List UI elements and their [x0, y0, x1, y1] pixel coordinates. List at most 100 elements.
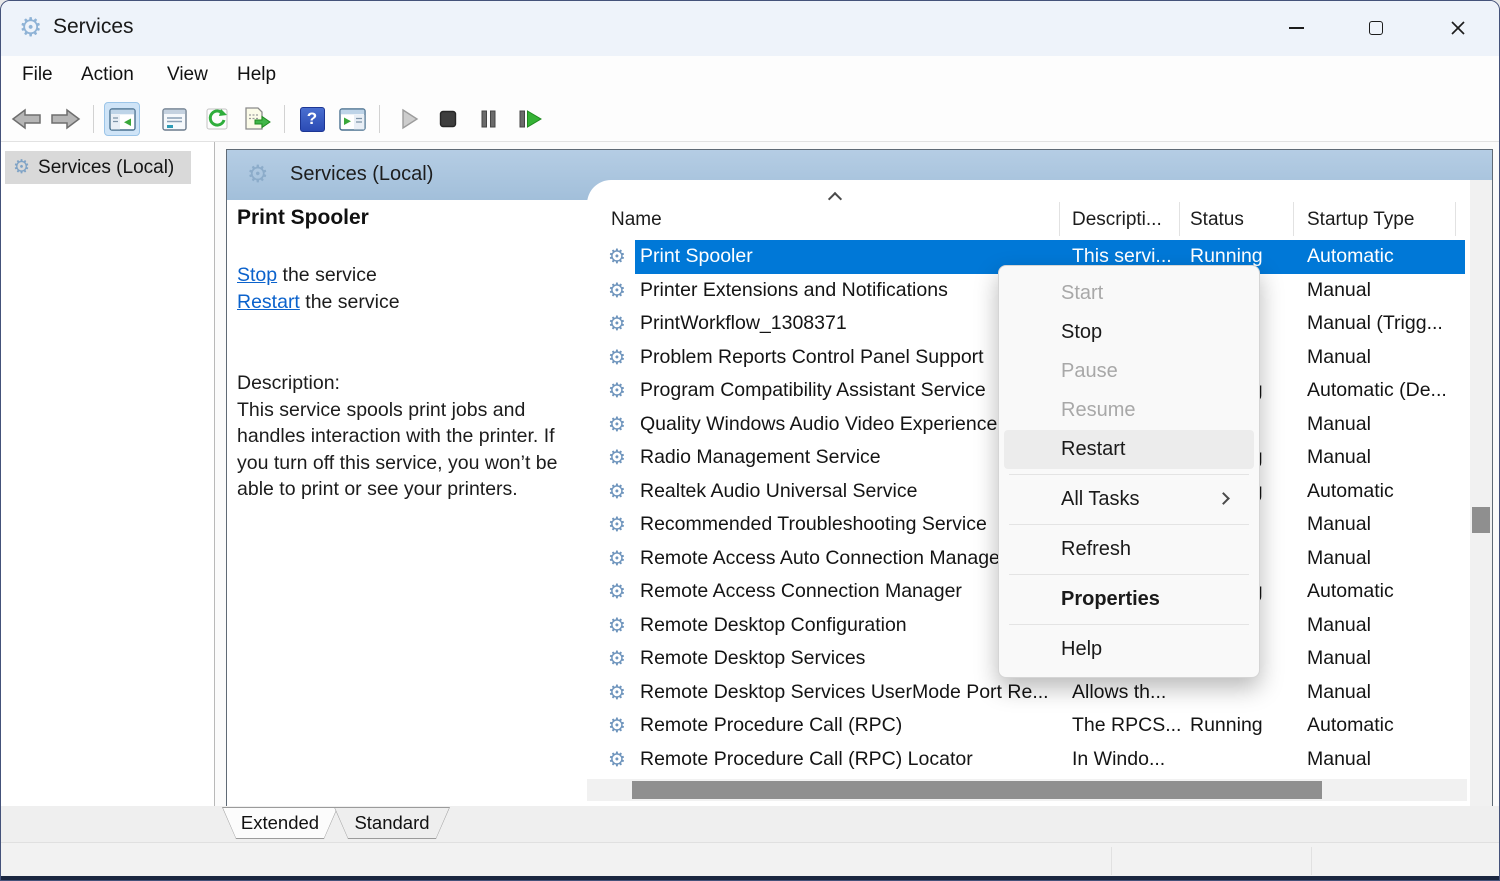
- service-gear-icon: ⚙: [608, 246, 626, 266]
- status-bar-divider: [1111, 847, 1112, 875]
- description-label: Description:: [237, 370, 583, 397]
- close-button[interactable]: [1435, 9, 1481, 47]
- horizontal-scrollbar-thumb[interactable]: [632, 781, 1322, 799]
- minimize-button[interactable]: [1273, 9, 1319, 47]
- service-startup-cell: Manual: [1307, 274, 1371, 308]
- tab-standard[interactable]: Standard: [334, 807, 450, 839]
- toolbar-separator: [379, 105, 380, 133]
- services-window: ⚙ Services File Action View Help: [0, 0, 1500, 881]
- main-panel: ⚙ Services (Local) Print Spooler Stop th…: [226, 149, 1493, 806]
- extended-info-pane: Print Spooler Stop the service Restart t…: [227, 200, 587, 807]
- service-name-cell: PrintWorkflow_1308371: [640, 307, 847, 341]
- submenu-arrow-icon: [1217, 492, 1230, 505]
- status-bar: [1, 842, 1499, 876]
- maximize-button[interactable]: [1353, 9, 1399, 47]
- column-divider: [1179, 202, 1180, 236]
- service-gear-icon: ⚙: [608, 347, 626, 367]
- sidebar-item-services-local[interactable]: ⚙ Services (Local): [5, 151, 191, 184]
- context-menu-item-restart[interactable]: Restart: [1004, 430, 1254, 469]
- service-startup-cell: Manual: [1307, 676, 1371, 710]
- service-status-cell: Running: [1190, 709, 1263, 743]
- sidebar-item-label: Services (Local): [38, 157, 174, 179]
- column-divider: [1293, 202, 1294, 236]
- context-menu-item-pause: Pause: [1004, 352, 1254, 391]
- bottom-area: Extended Standard: [1, 806, 1499, 876]
- context-menu-separator: [1009, 524, 1249, 525]
- service-name-cell: Remote Procedure Call (RPC): [640, 709, 902, 743]
- status-bar-divider: [1311, 847, 1312, 875]
- menu-view[interactable]: View: [167, 64, 208, 86]
- export-list-button[interactable]: [239, 102, 275, 136]
- list-header: Name Descripti... Status Startup Type: [587, 180, 1467, 240]
- back-button[interactable]: [9, 102, 45, 136]
- refresh-button[interactable]: [199, 102, 235, 136]
- service-startup-cell: Manual: [1307, 441, 1371, 475]
- service-name-cell: Print Spooler: [640, 240, 753, 274]
- service-gear-icon: ⚙: [608, 313, 626, 333]
- service-name-cell: Remote Access Connection Manager: [640, 575, 962, 609]
- service-gear-icon: ⚙: [608, 615, 626, 635]
- service-description-cell: In Windo...: [1072, 743, 1165, 777]
- service-row[interactable]: ⚙ Remote Desktop Services UserMode Port …: [587, 676, 1467, 710]
- context-menu-item-all-tasks[interactable]: All Tasks: [1004, 480, 1254, 519]
- pause-service-button[interactable]: [470, 102, 506, 136]
- sort-ascending-icon: [828, 192, 842, 206]
- context-menu-item-stop[interactable]: Stop: [1004, 313, 1254, 352]
- service-gear-icon: ⚙: [608, 280, 626, 300]
- service-gear-icon: ⚙: [608, 648, 626, 668]
- service-description: Description: This service spools print j…: [237, 370, 583, 503]
- service-name-cell: Radio Management Service: [640, 441, 881, 475]
- restart-service-suffix: the service: [300, 291, 400, 313]
- service-startup-cell: Automatic: [1307, 240, 1394, 274]
- forward-button[interactable]: [47, 102, 83, 136]
- column-header-startup-type[interactable]: Startup Type: [1307, 204, 1414, 236]
- service-gear-icon: ⚙: [608, 749, 626, 769]
- service-row[interactable]: ⚙ Remote Procedure Call (RPC) Locator In…: [587, 743, 1467, 777]
- service-startup-cell: Manual: [1307, 642, 1371, 676]
- service-startup-cell: Manual: [1307, 408, 1371, 442]
- vertical-scrollbar[interactable]: [1470, 180, 1492, 807]
- properties-button[interactable]: [156, 102, 192, 136]
- service-row[interactable]: ⚙ Remote Procedure Call (RPC) The RPCS..…: [587, 709, 1467, 743]
- service-startup-cell: Manual (Trigg...: [1307, 307, 1443, 341]
- stop-service-link[interactable]: Stop: [237, 264, 277, 286]
- maximize-icon: [1369, 21, 1383, 35]
- column-header-description[interactable]: Descripti...: [1072, 204, 1162, 236]
- service-gear-icon: ⚙: [608, 380, 626, 400]
- show-action-pane-button[interactable]: [334, 102, 370, 136]
- context-menu-item-properties[interactable]: Properties: [1004, 580, 1254, 619]
- horizontal-scrollbar[interactable]: [587, 779, 1467, 801]
- service-gear-icon: ⚙: [608, 548, 626, 568]
- service-name-cell: Printer Extensions and Notifications: [640, 274, 948, 308]
- export-list-icon: [242, 107, 272, 131]
- context-menu: StartStopPauseResumeRestartAll TasksRefr…: [998, 265, 1260, 678]
- menu-action[interactable]: Action: [81, 64, 134, 86]
- service-gear-icon: ⚙: [608, 581, 626, 601]
- back-icon: [11, 108, 43, 130]
- window-title: Services: [53, 15, 134, 39]
- context-menu-item-start: Start: [1004, 274, 1254, 313]
- stop-service-button[interactable]: [430, 102, 466, 136]
- context-menu-item-help[interactable]: Help: [1004, 630, 1254, 669]
- column-header-status[interactable]: Status: [1190, 204, 1244, 236]
- tab-extended[interactable]: Extended: [222, 807, 338, 839]
- column-header-name[interactable]: Name: [611, 204, 662, 236]
- window-bottom-edge: [1, 876, 1499, 881]
- service-name-cell: Remote Desktop Configuration: [640, 609, 907, 643]
- help-button[interactable]: ?: [294, 102, 330, 136]
- column-divider: [1059, 202, 1060, 236]
- context-menu-item-refresh[interactable]: Refresh: [1004, 530, 1254, 569]
- start-service-button[interactable]: [391, 102, 427, 136]
- service-description-cell: Allows th...: [1072, 676, 1166, 710]
- restart-service-link[interactable]: Restart: [237, 291, 300, 313]
- console-tree-pane: ⚙ Services (Local): [1, 142, 215, 840]
- vertical-scrollbar-thumb[interactable]: [1472, 507, 1490, 533]
- menu-file[interactable]: File: [22, 64, 53, 86]
- show-console-tree-button[interactable]: [104, 102, 140, 136]
- menu-bar: File Action View Help: [1, 56, 1499, 96]
- service-startup-cell: Automatic: [1307, 475, 1394, 509]
- properties-icon: [161, 108, 188, 131]
- service-gear-icon: ⚙: [608, 414, 626, 434]
- menu-help[interactable]: Help: [237, 64, 276, 86]
- restart-service-button[interactable]: [512, 102, 548, 136]
